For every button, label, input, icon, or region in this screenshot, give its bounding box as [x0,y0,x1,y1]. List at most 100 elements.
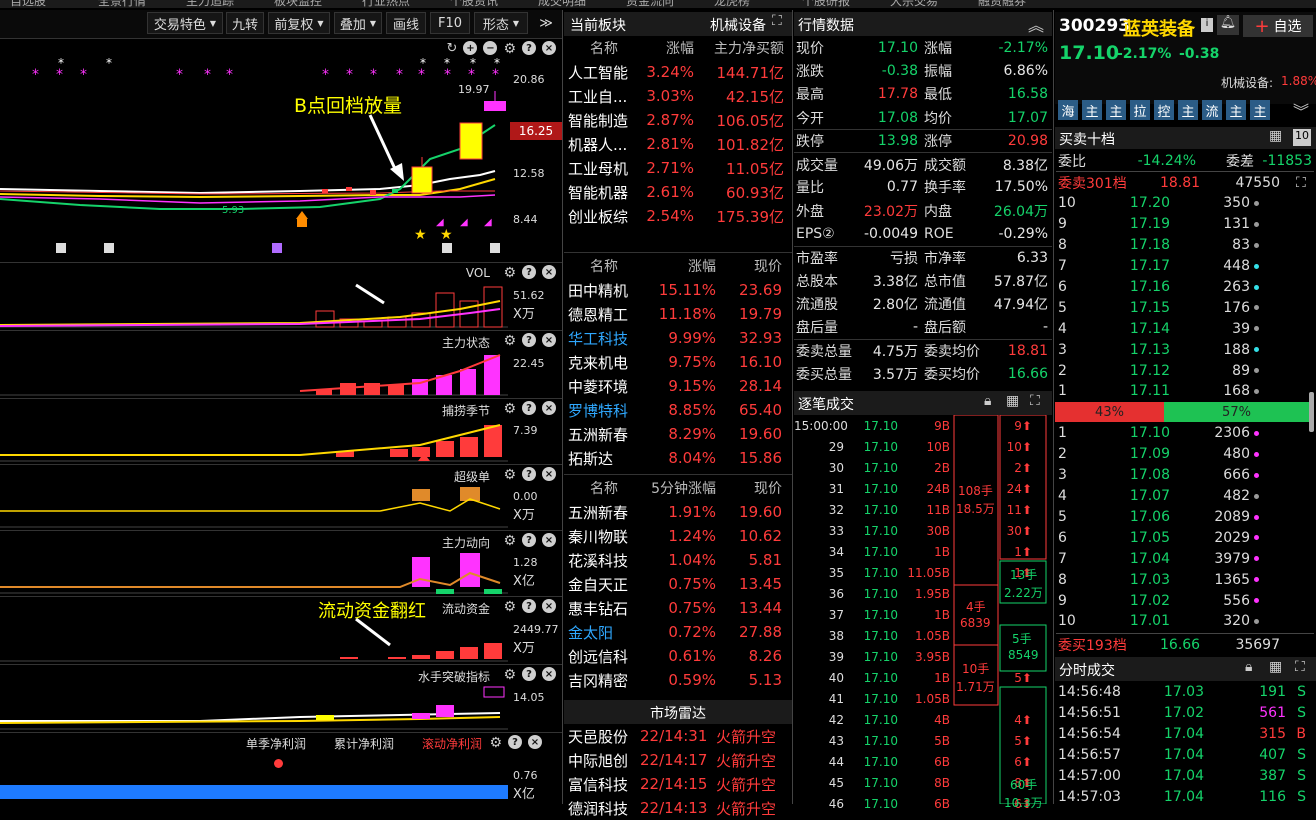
top-tab[interactable]: 龙虎榜 [714,0,750,8]
info-icon[interactable]: i [1201,18,1213,32]
orderbook-row[interactable]: 3 17.13 188 [1056,339,1308,360]
expand-icon[interactable]: ⛶ [1295,659,1305,675]
help-icon[interactable]: ? [508,735,522,749]
calculator-icon[interactable]: ▦ [1269,659,1282,675]
column-header[interactable]: 涨幅 [644,256,716,276]
indicator-pane[interactable]: 主力动向 ⚙? × 1.28 X亿 [0,530,562,596]
speed-row[interactable]: 金自天正 0.75% 13.45 [564,572,792,596]
calculator-icon[interactable]: ▦ [1006,393,1019,409]
orderbook-row[interactable]: 10 17.01 320 [1056,611,1308,632]
sector-row[interactable]: 智能机器 2.61% 60.93亿 [564,180,792,204]
expand-icon[interactable]: ⛶ [1030,393,1040,409]
strategy-chip[interactable]: 主 [1106,100,1126,120]
depth-toggle[interactable]: 10 [1293,129,1311,146]
close-icon[interactable]: × [542,333,556,347]
sector-row[interactable]: 工业母机 2.71% 11.05亿 [564,156,792,180]
top-tab[interactable]: 个股资讯 [450,0,498,8]
strategy-chip[interactable]: 流 [1202,100,1222,120]
lock-icon[interactable]: 🔒︎ [984,393,991,409]
gainer-row[interactable]: 中菱环境 9.15% 28.14 [564,374,792,398]
radar-row[interactable]: 德润科技 22/14:13 火箭升空 [564,796,792,820]
column-header[interactable]: 名称 [564,478,644,498]
top-tab[interactable]: 融资融券 [978,0,1026,8]
expand-icon[interactable]: ⛶ [1296,175,1306,191]
help-icon[interactable]: ? [522,467,536,481]
indicator-pane[interactable]: 水手突破指标 ⚙? × 14.05 [0,664,562,732]
top-tab[interactable]: 板块监控 [274,0,322,8]
speed-row[interactable]: 吉冈精密 0.59% 5.13 [564,668,792,692]
speed-row[interactable]: 秦川物联 1.24% 10.62 [564,524,792,548]
indicator-pane[interactable]: 流动资金 ⚙? × 2449.77 X万 流动资金翻红 [0,596,562,664]
orderbook-row[interactable]: 7 17.04 3979 [1056,548,1308,569]
close-icon[interactable]: × [528,735,542,749]
f10-button[interactable]: F10 [430,12,470,34]
orderbook-row[interactable]: 8 17.18 83 [1056,235,1308,256]
orderbook-row[interactable]: 7 17.17 448 [1056,256,1308,277]
lock-icon[interactable]: 🔒︎ [1245,659,1252,675]
scrollbar[interactable] [1309,392,1314,432]
strategy-chip[interactable]: 拉 [1130,100,1150,120]
gainer-row[interactable]: 克来机电 9.75% 16.10 [564,350,792,374]
profit-pane[interactable]: 单季净利润 累计净利润 滚动净利润 ⚙? × 0.76 X亿 [0,732,562,804]
strategy-chip[interactable]: 海 [1058,100,1078,120]
orderbook-row[interactable]: 4 17.07 482 [1056,486,1308,507]
close-icon[interactable]: × [542,599,556,613]
top-tab[interactable]: 主力追踪 [186,0,234,8]
kline-pane[interactable]: ↻ + − ⚙ ? × * * * * * * * * * * * * * * … [0,38,562,262]
sector-row[interactable]: 机器人... 2.81% 101.82亿 [564,132,792,156]
top-tab[interactable]: 行业热点 [362,0,410,8]
calculator-icon[interactable]: ▦ [1269,128,1282,144]
nine-button[interactable]: 九转 [226,12,264,34]
column-header[interactable]: 现价 [716,478,782,498]
help-icon[interactable]: ? [522,41,536,55]
gainer-row[interactable]: 五洲新春 8.29% 19.60 [564,422,792,446]
orderbook-row[interactable]: 8 17.03 1365 [1056,569,1308,590]
orderbook-row[interactable]: 9 17.02 556 [1056,590,1308,611]
close-icon[interactable]: × [542,41,556,55]
orderbook-row[interactable]: 5 17.06 2089 [1056,507,1308,528]
help-icon[interactable]: ? [522,401,536,415]
orderbook-row[interactable]: 1 17.11 168 [1056,381,1308,402]
indicator-pane[interactable]: VOL ⚙? × 51.62 X万 [0,262,562,330]
radar-row[interactable]: 富信科技 22/14:15 火箭升空 [564,772,792,796]
add-favorite-button[interactable]: + 自选 [1243,15,1313,37]
column-header[interactable]: 5分钟涨幅 [644,478,716,498]
column-header[interactable]: 现价 [716,256,782,276]
strategy-chip[interactable]: 主 [1226,100,1246,120]
strategy-chip[interactable]: 主 [1178,100,1198,120]
orderbook-row[interactable]: 10 17.20 350 [1056,193,1308,214]
close-icon[interactable]: × [542,667,556,681]
orderbook-row[interactable]: 9 17.19 131 [1056,214,1308,235]
orderbook-row[interactable]: 2 17.12 89 [1056,360,1308,381]
strategy-chip[interactable]: 控 [1154,100,1174,120]
top-tab[interactable]: 大宗交易 [890,0,938,8]
column-header[interactable]: 名称 [564,256,644,276]
overlay-dropdown[interactable]: 叠加 ▼ [334,12,382,34]
collapse-icon[interactable]: ︽ [1028,12,1044,36]
expand-icon[interactable]: ⛶ [772,13,782,29]
help-icon[interactable]: ? [522,667,536,681]
top-tab[interactable]: 个股研报 [802,0,850,8]
speed-row[interactable]: 惠丰钻石 0.75% 13.44 [564,596,792,620]
close-icon[interactable]: × [542,265,556,279]
close-icon[interactable]: × [542,533,556,547]
speed-row[interactable]: 五洲新春 1.91% 19.60 [564,500,792,524]
more-button[interactable]: ≫ [534,12,558,34]
alert-bell-icon[interactable]: 🔔︎ [1217,15,1239,35]
sector-row[interactable]: 智能制造 2.87% 106.05亿 [564,108,792,132]
top-tab[interactable]: 成交明细 [538,0,586,8]
speed-row[interactable]: 创远信科 0.61% 8.26 [564,644,792,668]
gainer-row[interactable]: 罗博特科 8.85% 65.40 [564,398,792,422]
sector-row[interactable]: 工业自... 3.03% 42.15亿 [564,84,792,108]
adjust-dropdown[interactable]: 前复权 ▼ [268,12,330,34]
profit-tab-cumulative[interactable]: 累计净利润 [334,735,394,752]
sector-row[interactable]: 创业板综 2.54% 175.39亿 [564,204,792,228]
more-chips-icon[interactable]: ︾ [1293,98,1309,122]
orderbook-row[interactable]: 3 17.08 666 [1056,465,1308,486]
gainer-row[interactable]: 华工科技 9.99% 32.93 [564,326,792,350]
profit-tab-quarter[interactable]: 单季净利润 [246,735,306,752]
help-icon[interactable]: ? [522,599,536,613]
help-icon[interactable]: ? [522,333,536,347]
indicator-pane[interactable]: 主力状态 ⚙? × 22.45 [0,330,562,398]
radar-row[interactable]: 中际旭创 22/14:17 火箭升空 [564,748,792,772]
